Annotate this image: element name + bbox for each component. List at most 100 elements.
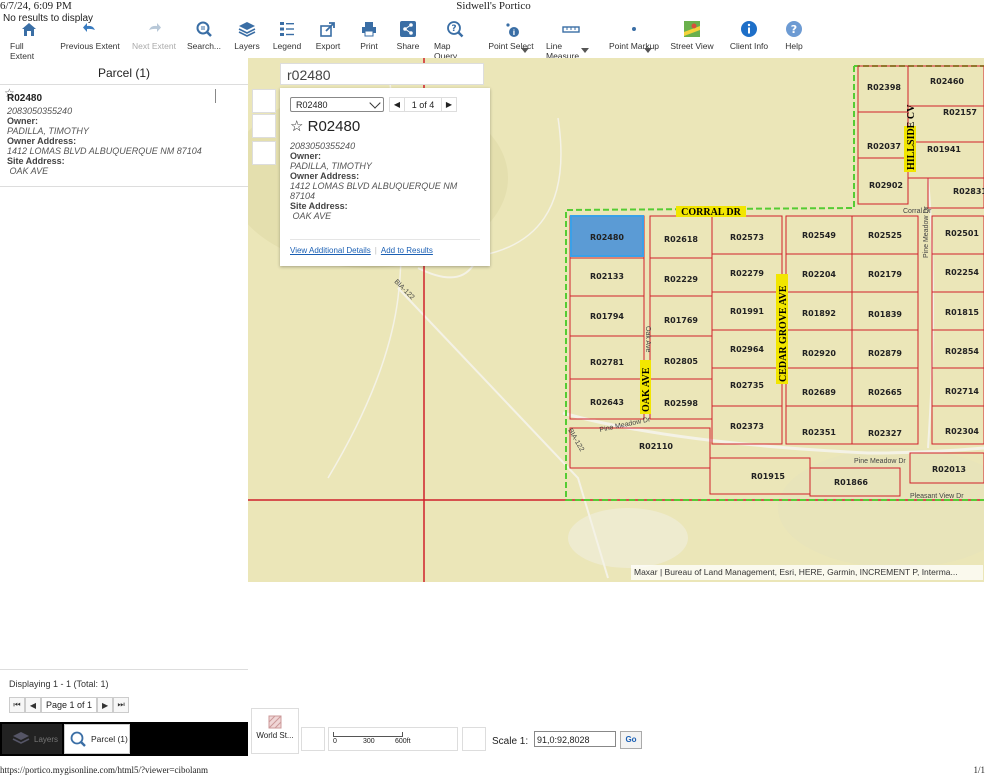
- full-extent-button[interactable]: Full Extent: [10, 20, 48, 61]
- popup-owner-address-2: 87104: [290, 191, 316, 201]
- parcel-label: R02665: [868, 388, 902, 397]
- pager: ⏮ ◀ Page 1 of 1 ▶ ⏭: [9, 697, 130, 713]
- parcel-label: R02735: [730, 381, 764, 390]
- map-control-box-2[interactable]: [462, 727, 486, 751]
- parcel-label: R02157: [943, 108, 977, 117]
- line-measure-dropdown-icon[interactable]: [581, 48, 589, 53]
- parcel-label: R02351: [802, 428, 836, 437]
- result-item[interactable]: ☆ R02480 2083050355240 Owner: PADILLA, T…: [0, 86, 248, 187]
- layers-tab-icon: [12, 732, 30, 744]
- tab-parcel[interactable]: Parcel (1): [64, 724, 130, 754]
- search-tab-icon: [70, 731, 86, 747]
- prev-page-button[interactable]: ◀: [25, 697, 41, 713]
- popup-parcel-number: 2083050355240: [290, 141, 356, 151]
- zoom-in-button[interactable]: [252, 89, 276, 113]
- parcel-label: R02254: [945, 268, 979, 277]
- parcel-label: R02204: [802, 270, 836, 279]
- map-control-box[interactable]: [301, 727, 325, 751]
- map-search-input[interactable]: r02480: [280, 63, 484, 85]
- parcel-label: Oak Ave: [644, 326, 651, 352]
- next-page-button[interactable]: ▶: [97, 697, 114, 713]
- road-label-cedar-grove: CEDAR GROVE AVE: [778, 285, 789, 382]
- point-markup-button[interactable]: Point Markup: [608, 20, 660, 51]
- parcel-label: R02643: [590, 398, 624, 407]
- parcel-label: R02618: [664, 235, 698, 244]
- export-icon: [319, 20, 337, 38]
- parcel-label: R02781: [590, 358, 624, 367]
- query-icon: ?: [446, 20, 464, 38]
- popup-next-button[interactable]: ▶: [441, 97, 457, 112]
- popup-owner-address-1: 1412 LOMAS BLVD ALBUQUERQUE NM: [290, 181, 458, 191]
- ruler-icon: [562, 20, 580, 38]
- toolbar: Full Extent Previous Extent Next Extent …: [0, 20, 987, 61]
- parcel-popup: R02480 ◀ 1 of 4 ▶ ☆ R02480 2083050355240…: [280, 88, 490, 266]
- panel-footer-divider: [0, 669, 248, 670]
- parcel-label: R01794: [590, 312, 624, 321]
- parcel-label: R01892: [802, 309, 836, 318]
- parcel-label: R01866: [834, 478, 868, 487]
- scale-bar: 0 300 600ft: [328, 727, 458, 751]
- help-button[interactable]: ? Help: [783, 20, 805, 51]
- layers-button[interactable]: Layers: [233, 20, 261, 51]
- result-site-address: OAK AVE: [7, 166, 49, 176]
- share-icon: [399, 20, 417, 38]
- go-button[interactable]: Go: [620, 731, 642, 749]
- scale-input[interactable]: 91,0:92,8028: [534, 731, 616, 747]
- svg-text:?: ?: [451, 24, 456, 34]
- parcel-label: Pleasant View Dr: [910, 493, 964, 500]
- favorite-star-icon[interactable]: ☆: [290, 118, 303, 135]
- popup-owner-label: Owner:: [290, 151, 322, 161]
- print-button[interactable]: Print: [356, 20, 382, 51]
- popup-owner-address-label: Owner Address:: [290, 171, 360, 181]
- parcel-label: R02398: [867, 83, 901, 92]
- last-page-button[interactable]: ⏭: [113, 697, 130, 713]
- parcel-label: BIA-122: [393, 278, 416, 301]
- popup-prev-button[interactable]: ◀: [389, 97, 405, 112]
- page-indicator: Page 1 of 1: [41, 697, 98, 713]
- legend-icon: [278, 20, 296, 38]
- home-icon: [20, 20, 38, 38]
- print-page-number: 1/1: [973, 765, 985, 775]
- parcel-label: R02304: [945, 427, 979, 436]
- street-view-button[interactable]: Street View: [670, 20, 714, 51]
- tab-layers[interactable]: Layers: [2, 724, 62, 754]
- result-parcel-id: R02480: [7, 93, 43, 104]
- zoom-out-button[interactable]: [252, 114, 276, 138]
- print-url: https://portico.mygisonline.com/html5/?v…: [0, 765, 209, 775]
- line-measure-button[interactable]: Line Measure: [546, 20, 596, 61]
- point-select-dropdown-icon[interactable]: [521, 48, 529, 53]
- point-select-button[interactable]: i Point Select: [488, 20, 534, 51]
- result-divider: [215, 89, 216, 103]
- first-page-button[interactable]: ⏮: [9, 697, 25, 713]
- map-query-button[interactable]: ? Map Query: [434, 20, 476, 61]
- view-details-link[interactable]: View Additional Details: [290, 246, 371, 255]
- parcel-label: R02279: [730, 269, 764, 278]
- parcel-label: R02327: [868, 429, 902, 438]
- popup-site-address: OAK AVE: [290, 211, 332, 221]
- parcel-label: R01839: [868, 310, 902, 319]
- previous-extent-button[interactable]: Previous Extent: [60, 20, 120, 51]
- markup-dot-icon: [625, 20, 643, 38]
- back-arrow-icon: [81, 20, 99, 38]
- parcel-label: R02525: [868, 231, 902, 240]
- parcel-label: R02902: [869, 181, 903, 190]
- legend-button[interactable]: Legend: [272, 20, 302, 51]
- parcel-select[interactable]: R02480: [290, 97, 384, 112]
- parcel-label: R02110: [639, 442, 673, 451]
- parcel-label: R02920: [802, 349, 836, 358]
- next-extent-button[interactable]: Next Extent: [131, 20, 177, 51]
- point-markup-dropdown-icon[interactable]: [644, 48, 652, 53]
- map-tool-button[interactable]: [252, 141, 276, 165]
- search-button[interactable]: Search...: [186, 20, 222, 51]
- share-button[interactable]: Share: [395, 20, 421, 51]
- client-info-button[interactable]: Client Info: [729, 20, 769, 51]
- parcel-label: R02480: [590, 233, 624, 242]
- result-owner-address-label: Owner Address:: [7, 136, 77, 146]
- export-button[interactable]: Export: [313, 20, 343, 51]
- parcel-label: R02373: [730, 422, 764, 431]
- parcel-label: R02805: [664, 357, 698, 366]
- road-label-hillside: HILLSIDE CV: [906, 104, 917, 170]
- add-to-results-link[interactable]: Add to Results: [381, 246, 433, 255]
- chevron-down-icon: [369, 97, 381, 109]
- basemap-button[interactable]: World St...: [251, 708, 299, 754]
